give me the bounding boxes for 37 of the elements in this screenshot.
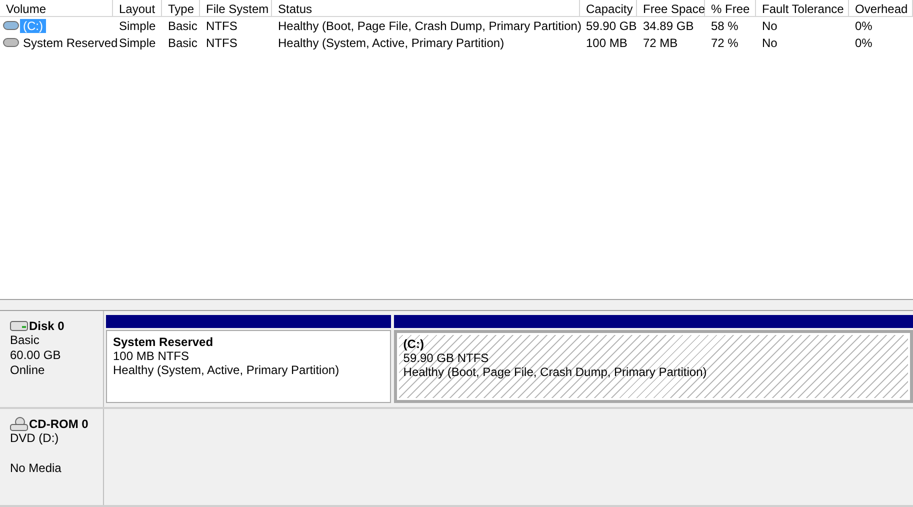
partition-name: System Reserved xyxy=(113,335,214,349)
table-cell-text: 72 % xyxy=(710,36,740,50)
table-cell-text: Simple xyxy=(118,18,157,32)
drive-icon xyxy=(3,38,19,47)
table-cell-text: 0% xyxy=(854,18,874,32)
table-cell-text: NTFS xyxy=(205,18,238,32)
table-cell-text: No xyxy=(761,18,778,32)
partition-size: 100 MB NTFS xyxy=(113,349,190,363)
table-cell-text: Basic xyxy=(167,36,198,50)
table-cell-text: 72 MB xyxy=(642,36,679,50)
partition-status: Healthy (Boot, Page File, Crash Dump, Primary Partition) xyxy=(403,365,708,379)
table-cell-text: Healthy (System, Active, Primary Partition) xyxy=(277,36,506,50)
table-cell-text: 34.89 GB xyxy=(642,18,695,32)
table-cell-text: No xyxy=(761,36,778,50)
disk-name: Disk 0 xyxy=(29,319,64,333)
table-cell-text: 100 MB xyxy=(585,36,628,50)
table-cell-text: Basic xyxy=(167,18,198,32)
table-cell-text: 58 % xyxy=(710,18,740,32)
disk-name: CD-ROM 0 xyxy=(29,417,88,431)
table-cell-text: 59.90 GB xyxy=(585,18,637,32)
list-item-label[interactable]: System Reserved xyxy=(20,36,121,50)
partition-box[interactable]: (C:) 59.90 GB NTFS Healthy (Boot, Page File, Crash Dump, Primary Partition) xyxy=(394,330,913,403)
disk-info: DVD (D:) xyxy=(10,431,59,445)
disk-info: Online xyxy=(10,363,45,377)
partition-box[interactable]: System Reserved 100 MB NTFS Healthy (System, Active, Primary Partition) xyxy=(106,330,392,403)
cd-drive-icon xyxy=(10,417,28,431)
partition-status: Healthy (System, Active, Primary Partition) xyxy=(113,363,340,377)
splitter-bar[interactable] xyxy=(0,300,913,311)
table-cell-text: 0% xyxy=(854,36,874,50)
disk-info: 60.00 GB xyxy=(10,348,61,362)
drive-icon xyxy=(3,21,19,30)
partition-size: 59.90 GB NTFS xyxy=(403,351,490,365)
partition-name: (C:) xyxy=(403,337,425,351)
disk-info: Basic xyxy=(10,333,40,347)
table-cell-text: Healthy (Boot, Page File, Crash Dump, Primary Partition) xyxy=(277,18,580,32)
table-cell-text: NTFS xyxy=(205,36,238,50)
disk-info: No Media xyxy=(10,461,62,475)
